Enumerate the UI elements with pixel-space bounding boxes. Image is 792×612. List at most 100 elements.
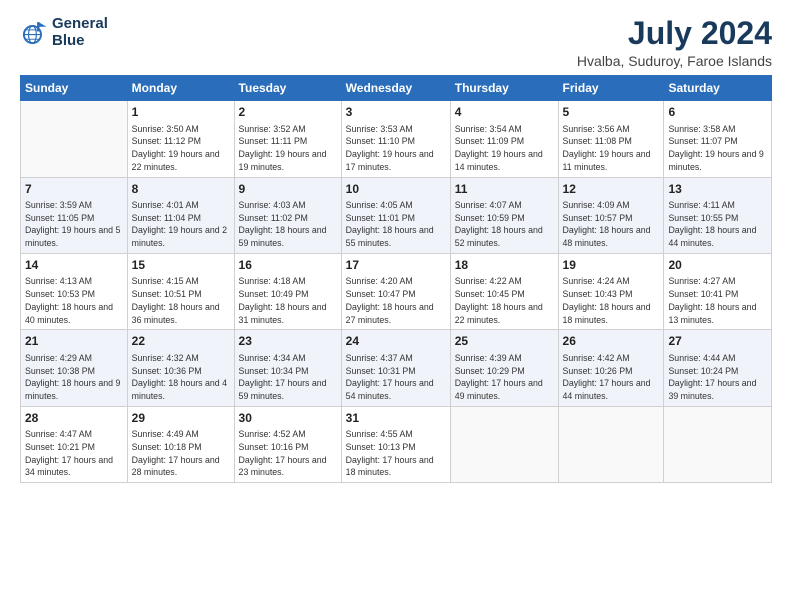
day-info: Sunrise: 4:44 AMSunset: 10:24 PMDaylight… — [668, 352, 767, 403]
day-info: Sunrise: 3:52 AMSunset: 11:11 PMDaylight… — [239, 123, 337, 174]
calendar-day-cell: 2Sunrise: 3:52 AMSunset: 11:11 PMDayligh… — [234, 101, 341, 177]
day-number: 29 — [132, 410, 230, 427]
calendar-day-cell: 21 Sunrise: 4:29 AMSunset: 10:38 PMDaylig… — [21, 330, 128, 406]
day-number: 30 — [239, 410, 337, 427]
day-info: Sunrise: 4:11 AMSunset: 10:55 PMDaylight… — [668, 199, 767, 250]
day-number: 25 — [455, 333, 554, 350]
day-info: Sunrise: 4:27 AMSunset: 10:41 PMDaylight… — [668, 275, 767, 326]
day-info: Sunrise: 3:56 AMSunset: 11:08 PMDaylight… — [563, 123, 660, 174]
day-number: 23 — [239, 333, 337, 350]
day-number: 7 — [25, 181, 123, 198]
day-info: Sunrise: 4:07 AMSunset: 10:59 PMDaylight… — [455, 199, 554, 250]
calendar-day-cell: 7Sunrise: 3:59 AMSunset: 11:05 PMDayligh… — [21, 177, 128, 253]
day-number: 20 — [668, 257, 767, 274]
generalblue-logo-icon — [20, 19, 48, 47]
calendar-header-row: Sunday Monday Tuesday Wednesday Thursday… — [21, 76, 772, 101]
day-info: Sunrise: 3:50 AMSunset: 11:12 PMDaylight… — [132, 123, 230, 174]
day-number: 22 — [132, 333, 230, 350]
day-number: 9 — [239, 181, 337, 198]
calendar-day-cell: 14Sunrise: 4:13 AMSunset: 10:53 PMDaylig… — [21, 253, 128, 329]
calendar-day-cell: 16Sunrise: 4:18 AMSunset: 10:49 PMDaylig… — [234, 253, 341, 329]
calendar-day-cell: 5 Sunrise: 3:56 AMSunset: 11:08 PMDayligh… — [558, 101, 664, 177]
day-number: 15 — [132, 257, 230, 274]
col-tuesday: Tuesday — [234, 76, 341, 101]
calendar-day-cell: 12Sunrise: 4:09 AMSunset: 10:57 PMDaylig… — [558, 177, 664, 253]
calendar-day-cell: 11Sunrise: 4:07 AMSunset: 10:59 PMDaylig… — [450, 177, 558, 253]
day-number: 16 — [239, 257, 337, 274]
calendar-day-cell: 15Sunrise: 4:15 AMSunset: 10:51 PMDaylig… — [127, 253, 234, 329]
calendar-day-cell: 10Sunrise: 4:05 AMSunset: 11:01 PMDaylig… — [341, 177, 450, 253]
col-thursday: Thursday — [450, 76, 558, 101]
calendar-day-cell: 17Sunrise: 4:20 AMSunset: 10:47 PMDaylig… — [341, 253, 450, 329]
calendar-day-cell: 4Sunrise: 3:54 AMSunset: 11:09 PMDayligh… — [450, 101, 558, 177]
col-saturday: Saturday — [664, 76, 772, 101]
day-info: Sunrise: 4:15 AMSunset: 10:51 PMDaylight… — [132, 275, 230, 326]
day-number: 21 — [25, 333, 123, 350]
col-sunday: Sunday — [21, 76, 128, 101]
day-info: Sunrise: 4:20 AMSunset: 10:47 PMDaylight… — [346, 275, 446, 326]
day-number: 13 — [668, 181, 767, 198]
calendar-week-row: 7Sunrise: 3:59 AMSunset: 11:05 PMDayligh… — [21, 177, 772, 253]
day-info: Sunrise: 4:32 AMSunset: 10:36 PMDaylight… — [132, 352, 230, 403]
subtitle: Hvalba, Suduroy, Faroe Islands — [577, 53, 772, 69]
day-info: Sunrise: 3:58 AMSunset: 11:07 PMDaylight… — [668, 123, 767, 174]
calendar-day-cell: 1 Sunrise: 3:50 AMSunset: 11:12 PMDayligh… — [127, 101, 234, 177]
day-number: 5 — [563, 104, 660, 121]
day-info: Sunrise: 4:52 AMSunset: 10:16 PMDaylight… — [239, 428, 337, 479]
calendar-day-cell: 6Sunrise: 3:58 AMSunset: 11:07 PMDayligh… — [664, 101, 772, 177]
day-info: Sunrise: 4:18 AMSunset: 10:49 PMDaylight… — [239, 275, 337, 326]
day-number: 1 — [132, 104, 230, 121]
col-wednesday: Wednesday — [341, 76, 450, 101]
day-info: Sunrise: 4:39 AMSunset: 10:29 PMDaylight… — [455, 352, 554, 403]
logo: General Blue — [20, 16, 108, 49]
day-number: 19 — [563, 257, 660, 274]
day-number: 17 — [346, 257, 446, 274]
day-info: Sunrise: 4:42 AMSunset: 10:26 PMDaylight… — [563, 352, 660, 403]
logo-text: General Blue — [52, 16, 108, 49]
day-number: 3 — [346, 104, 446, 121]
day-number: 28 — [25, 410, 123, 427]
calendar-day-cell: 18Sunrise: 4:22 AMSunset: 10:45 PMDaylig… — [450, 253, 558, 329]
day-info: Sunrise: 4:09 AMSunset: 10:57 PMDaylight… — [563, 199, 660, 250]
calendar-day-cell: 20Sunrise: 4:27 AMSunset: 10:41 PMDaylig… — [664, 253, 772, 329]
day-number: 31 — [346, 410, 446, 427]
calendar-day-cell — [664, 406, 772, 482]
day-info: Sunrise: 4:55 AMSunset: 10:13 PMDaylight… — [346, 428, 446, 479]
day-number: 10 — [346, 181, 446, 198]
calendar-day-cell: 9Sunrise: 4:03 AMSunset: 11:02 PMDayligh… — [234, 177, 341, 253]
calendar-day-cell: 27 Sunrise: 4:44 AMSunset: 10:24 PMDaylig… — [664, 330, 772, 406]
calendar-week-row: 28Sunrise: 4:47 AMSunset: 10:21 PMDaylig… — [21, 406, 772, 482]
calendar-day-cell: 19Sunrise: 4:24 AMSunset: 10:43 PMDaylig… — [558, 253, 664, 329]
calendar-week-row: 14Sunrise: 4:13 AMSunset: 10:53 PMDaylig… — [21, 253, 772, 329]
day-number: 24 — [346, 333, 446, 350]
calendar-day-cell: 31Sunrise: 4:55 AMSunset: 10:13 PMDaylig… — [341, 406, 450, 482]
day-info: Sunrise: 4:37 AMSunset: 10:31 PMDaylight… — [346, 352, 446, 403]
calendar-day-cell: 28Sunrise: 4:47 AMSunset: 10:21 PMDaylig… — [21, 406, 128, 482]
header: General Blue July 2024 Hvalba, Suduroy, … — [20, 16, 772, 69]
day-info: Sunrise: 4:05 AMSunset: 11:01 PMDaylight… — [346, 199, 446, 250]
calendar-week-row: 1 Sunrise: 3:50 AMSunset: 11:12 PMDayligh… — [21, 101, 772, 177]
day-info: Sunrise: 4:13 AMSunset: 10:53 PMDaylight… — [25, 275, 123, 326]
calendar-table: Sunday Monday Tuesday Wednesday Thursday… — [20, 75, 772, 483]
calendar-day-cell: 30Sunrise: 4:52 AMSunset: 10:16 PMDaylig… — [234, 406, 341, 482]
col-friday: Friday — [558, 76, 664, 101]
col-monday: Monday — [127, 76, 234, 101]
day-number: 12 — [563, 181, 660, 198]
day-info: Sunrise: 4:29 AMSunset: 10:38 PMDaylight… — [25, 352, 123, 403]
calendar-week-row: 21 Sunrise: 4:29 AMSunset: 10:38 PMDaylig… — [21, 330, 772, 406]
calendar-day-cell: 29Sunrise: 4:49 AMSunset: 10:18 PMDaylig… — [127, 406, 234, 482]
main-title: July 2024 — [577, 16, 772, 51]
calendar-day-cell: 25 Sunrise: 4:39 AMSunset: 10:29 PMDaylig… — [450, 330, 558, 406]
day-number: 11 — [455, 181, 554, 198]
title-section: July 2024 Hvalba, Suduroy, Faroe Islands — [577, 16, 772, 69]
day-number: 4 — [455, 104, 554, 121]
day-number: 27 — [668, 333, 767, 350]
calendar-day-cell — [21, 101, 128, 177]
day-info: Sunrise: 4:01 AMSunset: 11:04 PMDaylight… — [132, 199, 230, 250]
calendar-day-cell: 8Sunrise: 4:01 AMSunset: 11:04 PMDayligh… — [127, 177, 234, 253]
page: General Blue July 2024 Hvalba, Suduroy, … — [0, 0, 792, 612]
calendar-day-cell: 13Sunrise: 4:11 AMSunset: 10:55 PMDaylig… — [664, 177, 772, 253]
day-info: Sunrise: 3:53 AMSunset: 11:10 PMDaylight… — [346, 123, 446, 174]
day-info: Sunrise: 4:24 AMSunset: 10:43 PMDaylight… — [563, 275, 660, 326]
calendar-day-cell: 24 Sunrise: 4:37 AMSunset: 10:31 PMDaylig… — [341, 330, 450, 406]
